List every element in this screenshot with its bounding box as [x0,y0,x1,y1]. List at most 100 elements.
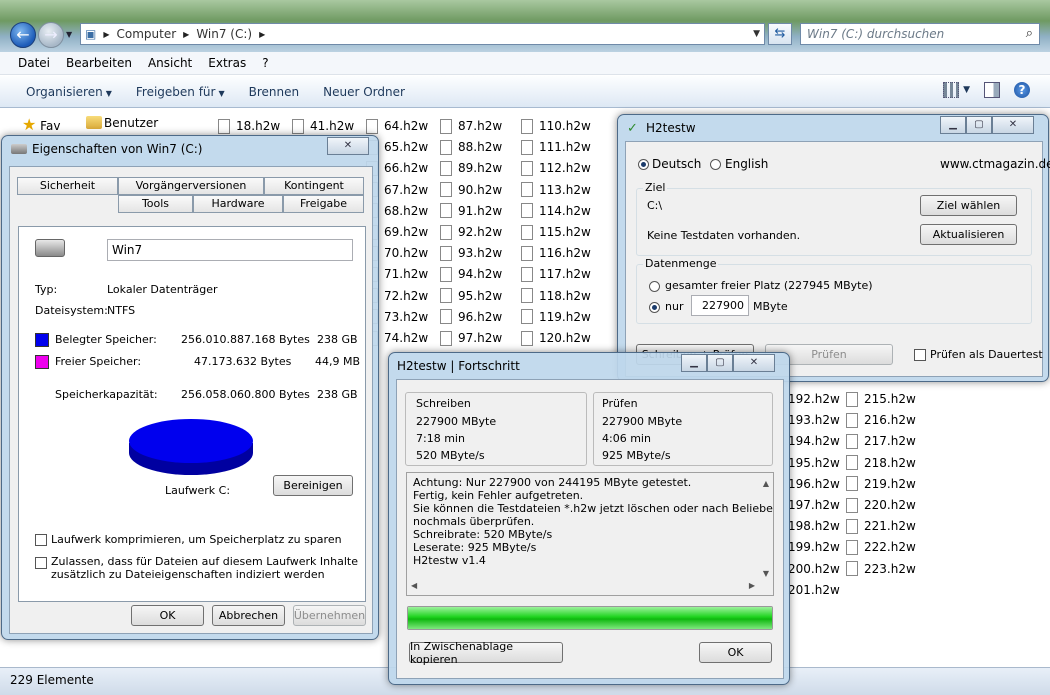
radio-all-free[interactable] [649,281,660,292]
file-item[interactable]: 218.h2w [846,453,916,473]
history-dropdown-icon[interactable]: ▼ [66,30,72,39]
scroll-left-icon[interactable]: ◀ [411,579,417,592]
apply-button[interactable]: Übernehmen [293,605,366,626]
tab-sicherheit[interactable]: Sicherheit [17,177,118,195]
ok-button[interactable]: OK [131,605,204,626]
file-item[interactable]: 116.h2w [521,243,591,263]
menu-datei[interactable]: Datei [10,56,58,70]
tab-freigabe[interactable]: Freigabe [283,195,364,213]
endless-checkbox[interactable] [914,349,926,361]
file-item[interactable]: 115.h2w [521,222,591,242]
file-item[interactable]: 110.h2w [521,116,591,136]
minimize-button[interactable]: ▁ [681,354,707,372]
file-item[interactable]: 91.h2w [440,201,502,221]
maximize-button[interactable]: ▢ [707,354,733,372]
file-item[interactable]: 94.h2w [440,264,502,284]
scroll-right-icon[interactable]: ▶ [749,579,755,592]
file-item[interactable]: 41.h2w [292,116,354,136]
breadcrumb-computer[interactable]: Computer [113,27,181,41]
chevron-right-icon[interactable]: ▶ [256,30,268,39]
ok-button[interactable]: OK [699,642,772,663]
copy-clipboard-button[interactable]: In Zwischenablage kopieren [409,640,563,666]
file-item[interactable]: 222.h2w [846,537,916,557]
file-item[interactable]: 111.h2w [521,137,591,157]
burn-button[interactable]: Brennen [241,85,307,99]
free-bytes: 47.173.632 Bytes [194,355,292,368]
address-bar[interactable]: ▣ ▶ Computer ▶ Win7 (C:) ▶ ▼ [80,23,765,45]
file-item[interactable]: 118.h2w [521,286,591,306]
views-dropdown-icon[interactable]: ▼ [963,85,970,95]
close-button[interactable]: ✕ [733,354,775,372]
drive-name-input[interactable]: Win7 [107,239,353,261]
help-icon[interactable]: ? [1014,82,1030,98]
choose-target-button[interactable]: Ziel wählen [920,195,1017,216]
address-dropdown-icon[interactable]: ▼ [753,29,760,39]
radio-english[interactable] [710,159,721,170]
breadcrumb-drive[interactable]: Win7 (C:) [192,27,256,41]
tab-hardware[interactable]: Hardware [193,195,283,213]
scroll-up-icon[interactable]: ▲ [763,477,769,490]
file-item[interactable]: 97.h2w [440,328,502,348]
menu-extras[interactable]: Extras [200,56,254,70]
file-item[interactable]: 221.h2w [846,516,916,536]
file-item[interactable]: 95.h2w [440,286,502,306]
scroll-down-icon[interactable]: ▼ [763,567,769,580]
file-item[interactable]: 113.h2w [521,180,591,200]
menu-ansicht[interactable]: Ansicht [140,56,200,70]
favorites-item[interactable]: ★ Fav [22,115,60,134]
refresh-button[interactable]: ⇆ [768,23,792,45]
radio-only[interactable] [649,302,660,313]
chevron-right-icon[interactable]: ▶ [180,30,192,39]
index-checkbox[interactable] [35,557,47,569]
folder-benutzer[interactable]: Benutzer [104,116,158,130]
file-icon [846,561,858,577]
log-textbox[interactable]: Achtung: Nur 227900 von 244195 MByte get… [406,472,774,596]
search-icon[interactable]: ⌕ [1026,26,1033,41]
file-item[interactable]: 92.h2w [440,222,502,242]
file-item[interactable]: 114.h2w [521,201,591,221]
minimize-button[interactable]: ▁ [940,116,966,134]
tab-vorgaengerversionen[interactable]: Vorgängerversionen [118,177,264,195]
tab-kontingent[interactable]: Kontingent [264,177,364,195]
file-item[interactable]: 217.h2w [846,431,916,451]
organize-button[interactable]: Organisieren ▼ [18,85,120,99]
back-button[interactable]: ← [10,22,36,48]
tab-tools[interactable]: Tools [118,195,193,213]
file-item[interactable]: 220.h2w [846,495,916,515]
file-item[interactable]: 219.h2w [846,474,916,494]
file-item[interactable]: 89.h2w [440,158,502,178]
menu-bearbeiten[interactable]: Bearbeiten [58,56,140,70]
chevron-right-icon[interactable]: ▶ [100,30,112,39]
file-item[interactable]: 223.h2w [846,559,916,579]
cancel-button[interactable]: Abbrechen [212,605,285,626]
radio-deutsch[interactable] [638,159,649,170]
maximize-button[interactable]: ▢ [966,116,992,134]
file-item[interactable]: 215.h2w [846,389,916,409]
cleanup-button[interactable]: Bereinigen [273,475,353,496]
amount-input[interactable]: 227900 [691,295,749,316]
forward-button[interactable]: → [38,22,64,48]
close-button[interactable]: ✕ [992,116,1034,134]
file-item[interactable]: 90.h2w [440,180,502,200]
file-item[interactable]: 112.h2w [521,158,591,178]
menu-help[interactable]: ? [254,56,276,70]
views-icon[interactable] [943,82,960,98]
file-item[interactable]: 117.h2w [521,264,591,284]
file-item[interactable]: 216.h2w [846,410,916,430]
new-folder-button[interactable]: Neuer Ordner [315,85,413,99]
compress-checkbox[interactable] [35,534,47,546]
file-item[interactable]: 18.h2w [218,116,280,136]
file-item[interactable]: 88.h2w [440,137,502,157]
file-item[interactable]: 64.h2w [366,116,428,136]
close-button[interactable]: ✕ [327,137,369,155]
file-item[interactable]: 96.h2w [440,307,502,327]
file-item[interactable]: 87.h2w [440,116,502,136]
file-item[interactable]: 93.h2w [440,243,502,263]
search-input[interactable]: Win7 (C:) durchsuchen ⌕ [800,23,1040,45]
file-item[interactable]: 120.h2w [521,328,591,348]
share-button[interactable]: Freigeben für ▼ [128,85,233,99]
file-item[interactable]: 119.h2w [521,307,591,327]
file-icon [366,118,378,134]
preview-pane-icon[interactable] [984,82,1000,98]
refresh-button[interactable]: Aktualisieren [920,224,1017,245]
